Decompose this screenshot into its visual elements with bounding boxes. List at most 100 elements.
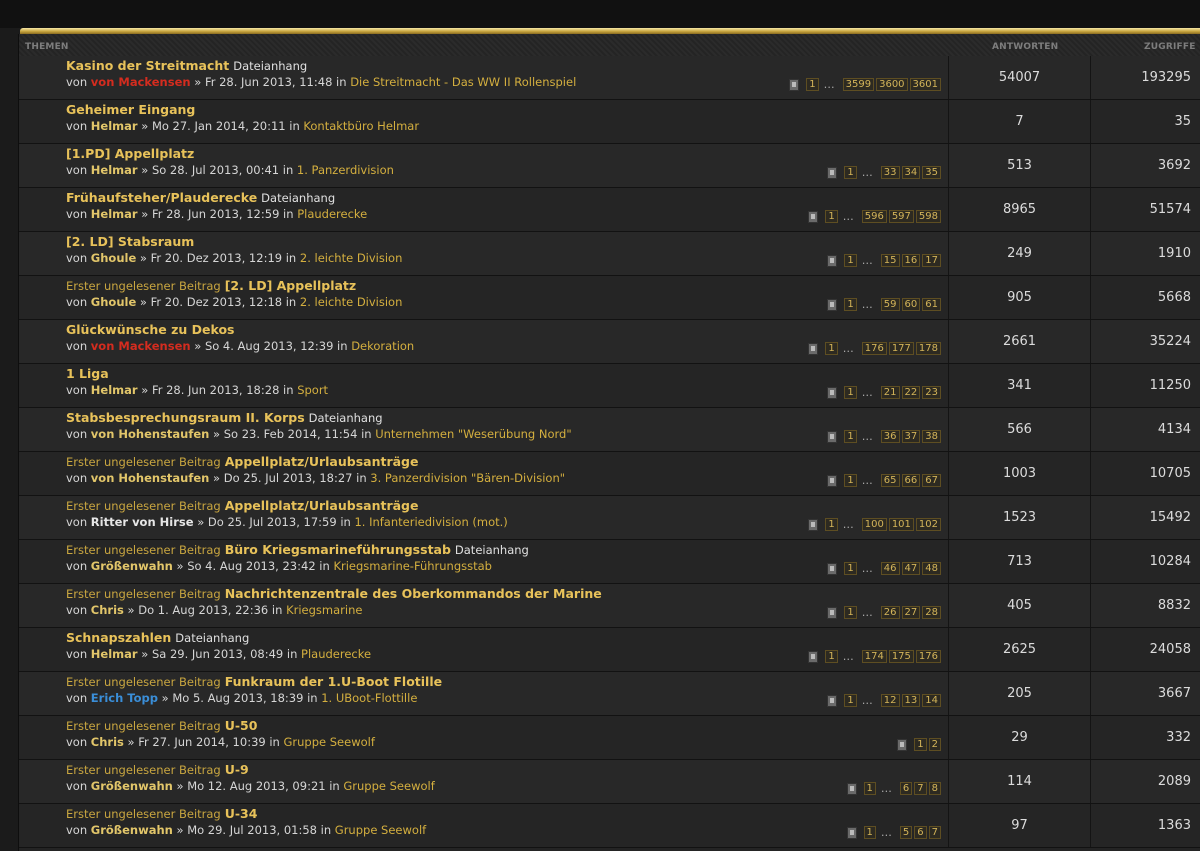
- page-link[interactable]: 175: [888, 650, 914, 663]
- page-link[interactable]: 35: [922, 166, 941, 179]
- author-link[interactable]: von Mackensen: [91, 75, 191, 89]
- page-link[interactable]: 100: [861, 518, 887, 531]
- page-link[interactable]: 61: [922, 298, 941, 311]
- page-link[interactable]: 6: [914, 826, 927, 839]
- forum-link[interactable]: Dekoration: [351, 339, 414, 353]
- page-link[interactable]: 3599: [842, 78, 875, 91]
- forum-link[interactable]: Kriegsmarine-Führungsstab: [333, 559, 492, 573]
- forum-link[interactable]: Plauderecke: [297, 207, 367, 221]
- page-link[interactable]: 1: [806, 78, 819, 91]
- topic-title-link[interactable]: Glückwünsche zu Dekos: [66, 322, 234, 337]
- page-link[interactable]: 67: [922, 474, 941, 487]
- page-link[interactable]: 598: [915, 210, 941, 223]
- first-unread-link[interactable]: Erster ungelesener Beitrag: [66, 763, 221, 777]
- forum-link[interactable]: 2. leichte Division: [300, 295, 403, 309]
- topic-title-link[interactable]: Funkraum der 1.U-Boot Flotille: [225, 674, 442, 689]
- page-link[interactable]: 1: [863, 782, 876, 795]
- page-link[interactable]: 1: [844, 694, 857, 707]
- page-link[interactable]: 6: [899, 782, 913, 795]
- topic-title-link[interactable]: Frühaufsteher/Plauderecke: [66, 190, 257, 205]
- page-link[interactable]: 36: [880, 430, 900, 443]
- author-link[interactable]: Erich Topp: [91, 691, 158, 705]
- forum-link[interactable]: Plauderecke: [301, 647, 371, 661]
- author-link[interactable]: Ritter von Hirse: [91, 515, 194, 529]
- page-link[interactable]: 5: [899, 826, 913, 839]
- page-link[interactable]: 59: [880, 298, 900, 311]
- page-link[interactable]: 101: [888, 518, 914, 531]
- page-link[interactable]: 12: [880, 694, 900, 707]
- topic-title-link[interactable]: 1 Liga: [66, 366, 109, 381]
- author-link[interactable]: Helmar: [91, 647, 138, 661]
- page-link[interactable]: 27: [901, 606, 921, 619]
- author-link[interactable]: Helmar: [91, 207, 138, 221]
- page-link[interactable]: 66: [901, 474, 921, 487]
- page-link[interactable]: 26: [880, 606, 900, 619]
- page-link[interactable]: 1: [844, 298, 857, 311]
- author-link[interactable]: Chris: [91, 735, 124, 749]
- forum-link[interactable]: Kriegsmarine: [286, 603, 362, 617]
- author-link[interactable]: Größenwahn: [91, 559, 173, 573]
- page-link[interactable]: 48: [922, 562, 941, 575]
- page-link[interactable]: 7: [914, 782, 927, 795]
- author-link[interactable]: Ghoule: [91, 295, 136, 309]
- page-link[interactable]: 596: [861, 210, 887, 223]
- first-unread-link[interactable]: Erster ungelesener Beitrag: [66, 279, 221, 293]
- first-unread-link[interactable]: Erster ungelesener Beitrag: [66, 543, 221, 557]
- page-link[interactable]: 28: [922, 606, 941, 619]
- page-link[interactable]: 1: [844, 166, 857, 179]
- topic-title-link[interactable]: U-50: [225, 718, 258, 733]
- page-link[interactable]: 16: [901, 254, 921, 267]
- author-link[interactable]: Helmar: [91, 163, 138, 177]
- forum-link[interactable]: Gruppe Seewolf: [335, 823, 426, 837]
- page-link[interactable]: 13: [901, 694, 921, 707]
- page-link[interactable]: 34: [901, 166, 921, 179]
- author-link[interactable]: Helmar: [91, 119, 138, 133]
- forum-link[interactable]: 1. Infanteriedivision (mot.): [354, 515, 507, 529]
- page-link[interactable]: 1: [844, 562, 857, 575]
- first-unread-link[interactable]: Erster ungelesener Beitrag: [66, 587, 221, 601]
- page-link[interactable]: 17: [922, 254, 941, 267]
- page-link[interactable]: 3601: [909, 78, 941, 91]
- topic-title-link[interactable]: Schnapszahlen: [66, 630, 171, 645]
- page-link[interactable]: 38: [922, 430, 941, 443]
- page-link[interactable]: 46: [880, 562, 900, 575]
- page-link[interactable]: 597: [888, 210, 914, 223]
- page-link[interactable]: 1: [863, 826, 876, 839]
- first-unread-link[interactable]: Erster ungelesener Beitrag: [66, 455, 221, 469]
- topic-title-link[interactable]: Appellplatz/Urlaubsanträge: [225, 454, 419, 469]
- topic-title-link[interactable]: Büro Kriegsmarineführungsstab: [225, 542, 451, 557]
- forum-link[interactable]: Unternehmen "Weserübung Nord": [375, 427, 571, 441]
- page-link[interactable]: 174: [861, 650, 887, 663]
- page-link[interactable]: 176: [915, 650, 941, 663]
- topic-title-link[interactable]: U-9: [225, 762, 249, 777]
- topic-title-link[interactable]: Appellplatz/Urlaubsanträge: [225, 498, 419, 513]
- page-link[interactable]: 178: [915, 342, 941, 355]
- topic-title-link[interactable]: Stabsbesprechungsraum II. Korps: [66, 410, 305, 425]
- author-link[interactable]: Chris: [91, 603, 124, 617]
- forum-link[interactable]: Gruppe Seewolf: [284, 735, 375, 749]
- topic-title-link[interactable]: Kasino der Streitmacht: [66, 58, 229, 73]
- page-link[interactable]: 1: [825, 342, 838, 355]
- author-link[interactable]: Größenwahn: [91, 779, 173, 793]
- page-link[interactable]: 22: [901, 386, 921, 399]
- page-link[interactable]: 65: [880, 474, 900, 487]
- first-unread-link[interactable]: Erster ungelesener Beitrag: [66, 719, 221, 733]
- page-link[interactable]: 23: [922, 386, 941, 399]
- page-link[interactable]: 1: [844, 386, 857, 399]
- page-link[interactable]: 21: [880, 386, 900, 399]
- topic-title-link[interactable]: [1.PD] Appellplatz: [66, 146, 194, 161]
- page-link[interactable]: 1: [844, 430, 857, 443]
- forum-link[interactable]: 1. Panzerdivision: [297, 163, 394, 177]
- page-link[interactable]: 3600: [876, 78, 908, 91]
- page-link[interactable]: 1: [825, 650, 838, 663]
- first-unread-link[interactable]: Erster ungelesener Beitrag: [66, 499, 221, 513]
- page-link[interactable]: 1: [844, 606, 857, 619]
- page-link[interactable]: 177: [888, 342, 914, 355]
- forum-link[interactable]: Kontaktbüro Helmar: [303, 119, 419, 133]
- forum-link[interactable]: Sport: [297, 383, 328, 397]
- topic-title-link[interactable]: [2. LD] Appellplatz: [225, 278, 356, 293]
- forum-link[interactable]: 3. Panzerdivision "Bären-Division": [370, 471, 565, 485]
- author-link[interactable]: von Hohenstaufen: [91, 471, 210, 485]
- topic-title-link[interactable]: Geheimer Eingang: [66, 102, 195, 117]
- page-link[interactable]: 60: [901, 298, 921, 311]
